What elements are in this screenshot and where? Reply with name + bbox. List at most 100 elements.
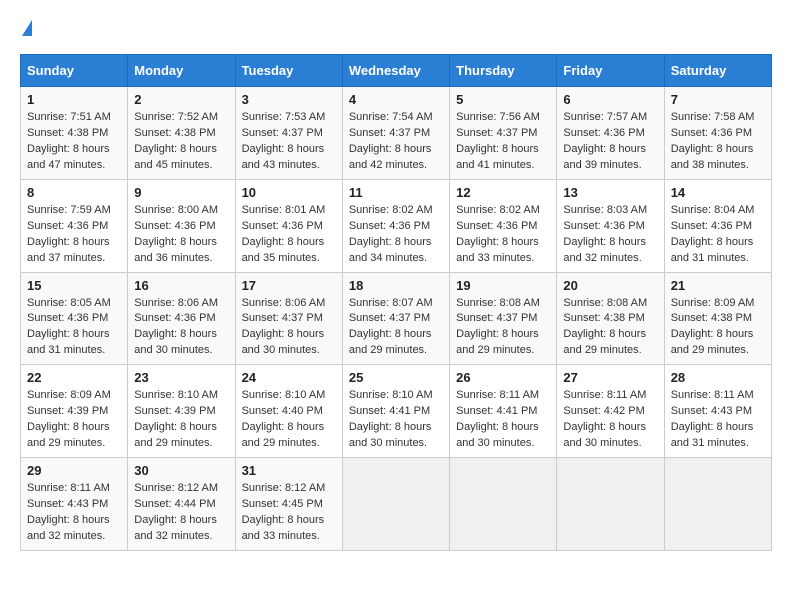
calendar-cell: 17 Sunrise: 8:06 AMSunset: 4:37 PMDaylig… xyxy=(235,272,342,365)
day-number: 2 xyxy=(134,92,228,107)
day-info: Sunrise: 7:58 AMSunset: 4:36 PMDaylight:… xyxy=(671,110,765,174)
calendar-cell: 29 Sunrise: 8:11 AMSunset: 4:43 PMDaylig… xyxy=(21,458,128,551)
calendar-cell: 4 Sunrise: 7:54 AMSunset: 4:37 PMDayligh… xyxy=(342,87,449,180)
day-number: 9 xyxy=(134,185,228,200)
calendar-cell: 21 Sunrise: 8:09 AMSunset: 4:38 PMDaylig… xyxy=(664,272,771,365)
calendar-cell: 7 Sunrise: 7:58 AMSunset: 4:36 PMDayligh… xyxy=(664,87,771,180)
calendar-cell: 23 Sunrise: 8:10 AMSunset: 4:39 PMDaylig… xyxy=(128,365,235,458)
day-info: Sunrise: 8:12 AMSunset: 4:44 PMDaylight:… xyxy=(134,481,228,545)
day-info: Sunrise: 8:11 AMSunset: 4:42 PMDaylight:… xyxy=(563,388,657,452)
day-info: Sunrise: 7:54 AMSunset: 4:37 PMDaylight:… xyxy=(349,110,443,174)
day-info: Sunrise: 8:10 AMSunset: 4:41 PMDaylight:… xyxy=(349,388,443,452)
calendar-cell: 9 Sunrise: 8:00 AMSunset: 4:36 PMDayligh… xyxy=(128,179,235,272)
day-number: 17 xyxy=(242,278,336,293)
calendar-cell xyxy=(664,458,771,551)
day-info: Sunrise: 8:09 AMSunset: 4:38 PMDaylight:… xyxy=(671,296,765,360)
day-number: 7 xyxy=(671,92,765,107)
day-number: 4 xyxy=(349,92,443,107)
day-info: Sunrise: 8:10 AMSunset: 4:40 PMDaylight:… xyxy=(242,388,336,452)
day-info: Sunrise: 8:11 AMSunset: 4:43 PMDaylight:… xyxy=(27,481,121,545)
day-info: Sunrise: 8:11 AMSunset: 4:41 PMDaylight:… xyxy=(456,388,550,452)
day-number: 21 xyxy=(671,278,765,293)
day-header-saturday: Saturday xyxy=(664,55,771,87)
day-info: Sunrise: 7:56 AMSunset: 4:37 PMDaylight:… xyxy=(456,110,550,174)
day-number: 28 xyxy=(671,370,765,385)
day-info: Sunrise: 8:11 AMSunset: 4:43 PMDaylight:… xyxy=(671,388,765,452)
day-info: Sunrise: 7:53 AMSunset: 4:37 PMDaylight:… xyxy=(242,110,336,174)
day-info: Sunrise: 8:06 AMSunset: 4:37 PMDaylight:… xyxy=(242,296,336,360)
logo xyxy=(20,20,32,38)
day-number: 30 xyxy=(134,463,228,478)
calendar-cell xyxy=(342,458,449,551)
day-number: 1 xyxy=(27,92,121,107)
day-info: Sunrise: 7:59 AMSunset: 4:36 PMDaylight:… xyxy=(27,203,121,267)
day-number: 26 xyxy=(456,370,550,385)
day-info: Sunrise: 7:52 AMSunset: 4:38 PMDaylight:… xyxy=(134,110,228,174)
header xyxy=(20,20,772,38)
day-number: 20 xyxy=(563,278,657,293)
calendar-cell: 22 Sunrise: 8:09 AMSunset: 4:39 PMDaylig… xyxy=(21,365,128,458)
day-info: Sunrise: 8:07 AMSunset: 4:37 PMDaylight:… xyxy=(349,296,443,360)
calendar-table: SundayMondayTuesdayWednesdayThursdayFrid… xyxy=(20,54,772,551)
calendar-cell: 16 Sunrise: 8:06 AMSunset: 4:36 PMDaylig… xyxy=(128,272,235,365)
day-info: Sunrise: 8:02 AMSunset: 4:36 PMDaylight:… xyxy=(456,203,550,267)
day-info: Sunrise: 8:00 AMSunset: 4:36 PMDaylight:… xyxy=(134,203,228,267)
calendar-cell: 2 Sunrise: 7:52 AMSunset: 4:38 PMDayligh… xyxy=(128,87,235,180)
day-info: Sunrise: 7:51 AMSunset: 4:38 PMDaylight:… xyxy=(27,110,121,174)
day-number: 16 xyxy=(134,278,228,293)
calendar-cell: 6 Sunrise: 7:57 AMSunset: 4:36 PMDayligh… xyxy=(557,87,664,180)
calendar-cell: 13 Sunrise: 8:03 AMSunset: 4:36 PMDaylig… xyxy=(557,179,664,272)
day-header-friday: Friday xyxy=(557,55,664,87)
day-header-wednesday: Wednesday xyxy=(342,55,449,87)
day-number: 6 xyxy=(563,92,657,107)
calendar-cell: 28 Sunrise: 8:11 AMSunset: 4:43 PMDaylig… xyxy=(664,365,771,458)
day-number: 5 xyxy=(456,92,550,107)
day-header-tuesday: Tuesday xyxy=(235,55,342,87)
day-number: 14 xyxy=(671,185,765,200)
day-header-sunday: Sunday xyxy=(21,55,128,87)
calendar-cell: 3 Sunrise: 7:53 AMSunset: 4:37 PMDayligh… xyxy=(235,87,342,180)
calendar-cell: 1 Sunrise: 7:51 AMSunset: 4:38 PMDayligh… xyxy=(21,87,128,180)
calendar-cell: 10 Sunrise: 8:01 AMSunset: 4:36 PMDaylig… xyxy=(235,179,342,272)
calendar-cell: 8 Sunrise: 7:59 AMSunset: 4:36 PMDayligh… xyxy=(21,179,128,272)
calendar-cell: 26 Sunrise: 8:11 AMSunset: 4:41 PMDaylig… xyxy=(450,365,557,458)
day-info: Sunrise: 8:06 AMSunset: 4:36 PMDaylight:… xyxy=(134,296,228,360)
day-info: Sunrise: 8:03 AMSunset: 4:36 PMDaylight:… xyxy=(563,203,657,267)
calendar-cell: 27 Sunrise: 8:11 AMSunset: 4:42 PMDaylig… xyxy=(557,365,664,458)
day-info: Sunrise: 7:57 AMSunset: 4:36 PMDaylight:… xyxy=(563,110,657,174)
day-info: Sunrise: 8:01 AMSunset: 4:36 PMDaylight:… xyxy=(242,203,336,267)
day-number: 29 xyxy=(27,463,121,478)
day-info: Sunrise: 8:09 AMSunset: 4:39 PMDaylight:… xyxy=(27,388,121,452)
calendar-cell: 25 Sunrise: 8:10 AMSunset: 4:41 PMDaylig… xyxy=(342,365,449,458)
day-number: 27 xyxy=(563,370,657,385)
day-info: Sunrise: 8:12 AMSunset: 4:45 PMDaylight:… xyxy=(242,481,336,545)
calendar-cell: 11 Sunrise: 8:02 AMSunset: 4:36 PMDaylig… xyxy=(342,179,449,272)
logo-icon xyxy=(22,20,32,36)
calendar-cell: 14 Sunrise: 8:04 AMSunset: 4:36 PMDaylig… xyxy=(664,179,771,272)
calendar-cell: 18 Sunrise: 8:07 AMSunset: 4:37 PMDaylig… xyxy=(342,272,449,365)
day-number: 22 xyxy=(27,370,121,385)
calendar-cell: 5 Sunrise: 7:56 AMSunset: 4:37 PMDayligh… xyxy=(450,87,557,180)
day-info: Sunrise: 8:04 AMSunset: 4:36 PMDaylight:… xyxy=(671,203,765,267)
day-number: 12 xyxy=(456,185,550,200)
calendar-cell: 31 Sunrise: 8:12 AMSunset: 4:45 PMDaylig… xyxy=(235,458,342,551)
day-number: 31 xyxy=(242,463,336,478)
calendar-cell xyxy=(557,458,664,551)
day-number: 3 xyxy=(242,92,336,107)
day-header-monday: Monday xyxy=(128,55,235,87)
day-number: 15 xyxy=(27,278,121,293)
day-info: Sunrise: 8:08 AMSunset: 4:37 PMDaylight:… xyxy=(456,296,550,360)
day-number: 10 xyxy=(242,185,336,200)
day-number: 23 xyxy=(134,370,228,385)
day-number: 18 xyxy=(349,278,443,293)
calendar-cell: 24 Sunrise: 8:10 AMSunset: 4:40 PMDaylig… xyxy=(235,365,342,458)
day-header-thursday: Thursday xyxy=(450,55,557,87)
calendar-cell xyxy=(450,458,557,551)
day-number: 25 xyxy=(349,370,443,385)
day-info: Sunrise: 8:08 AMSunset: 4:38 PMDaylight:… xyxy=(563,296,657,360)
calendar-cell: 30 Sunrise: 8:12 AMSunset: 4:44 PMDaylig… xyxy=(128,458,235,551)
calendar-cell: 19 Sunrise: 8:08 AMSunset: 4:37 PMDaylig… xyxy=(450,272,557,365)
day-info: Sunrise: 8:10 AMSunset: 4:39 PMDaylight:… xyxy=(134,388,228,452)
calendar-cell: 20 Sunrise: 8:08 AMSunset: 4:38 PMDaylig… xyxy=(557,272,664,365)
calendar-cell: 12 Sunrise: 8:02 AMSunset: 4:36 PMDaylig… xyxy=(450,179,557,272)
